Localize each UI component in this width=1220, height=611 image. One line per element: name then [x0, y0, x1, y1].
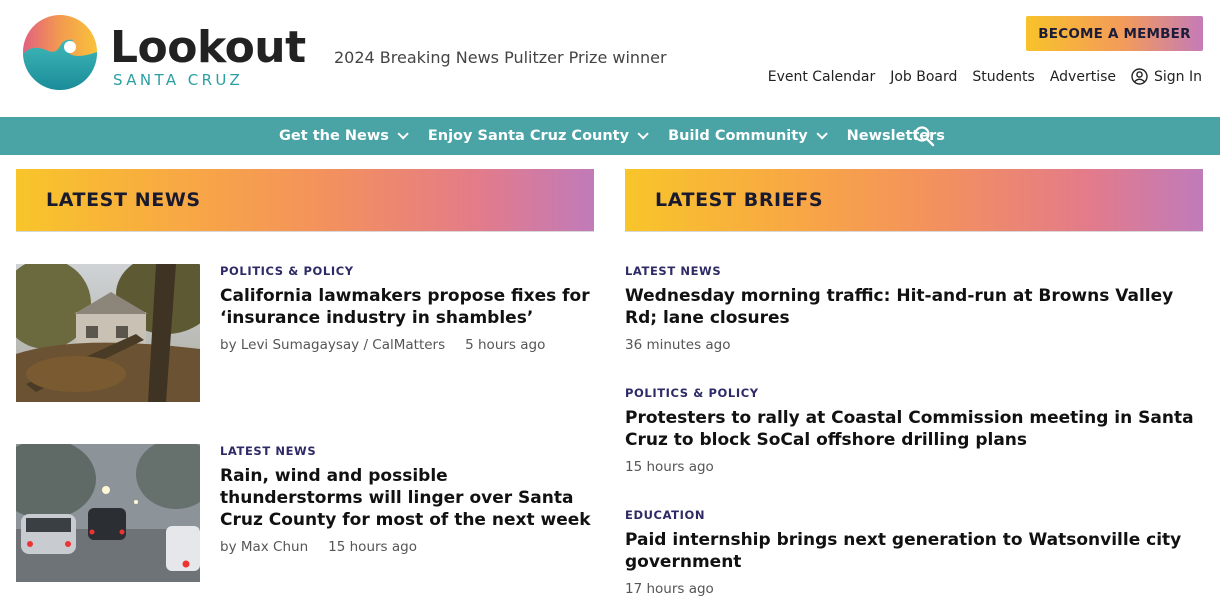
chevron-down-icon — [637, 128, 649, 140]
lookout-logo[interactable] — [22, 14, 98, 90]
nav-enjoy-santa-cruz-county[interactable]: Enjoy Santa Cruz County — [427, 128, 649, 144]
story-thumbnail-storm-damage[interactable] — [16, 264, 200, 402]
latest-briefs-header[interactable]: LATEST BRIEFS — [625, 169, 1203, 232]
sign-in-link[interactable]: Sign In — [1131, 68, 1202, 85]
story-byline[interactable]: by Max Chun — [220, 539, 308, 555]
rainy-traffic-image — [16, 444, 200, 582]
story-category[interactable]: POLITICS & POLICY — [220, 264, 590, 278]
news-story: POLITICS & POLICY California lawmakers p… — [220, 264, 590, 353]
storm-damage-image — [16, 264, 200, 402]
brief-category[interactable]: EDUCATION — [625, 508, 1205, 522]
utility-links: Event Calendar Job Board Students Advert… — [768, 68, 1202, 85]
link-students[interactable]: Students — [972, 69, 1034, 85]
story-time: 5 hours ago — [465, 337, 546, 353]
chevron-down-icon — [816, 128, 828, 140]
news-story: LATEST NEWS Rain, wind and possible thun… — [220, 444, 595, 555]
story-category[interactable]: LATEST NEWS — [220, 444, 595, 458]
brief-time: 36 minutes ago — [625, 337, 731, 353]
brand-subtitle: SANTA CRUZ — [113, 71, 244, 89]
become-member-button[interactable]: BECOME A MEMBER — [1026, 16, 1203, 51]
story-thumbnail-rainy-traffic[interactable] — [16, 444, 200, 582]
story-headline[interactable]: Rain, wind and possible thunderstorms wi… — [220, 465, 595, 531]
link-job-board[interactable]: Job Board — [890, 69, 957, 85]
brief-time: 15 hours ago — [625, 459, 714, 475]
story-meta: by Max Chun 15 hours ago — [220, 539, 595, 555]
nav-item-label: Build Community — [668, 128, 808, 144]
brief-item: LATEST NEWS Wednesday morning traffic: H… — [625, 264, 1205, 353]
brand-name[interactable]: Lookout — [110, 22, 306, 73]
brief-item: POLITICS & POLICY Protesters to rally at… — [625, 386, 1205, 475]
chevron-down-icon — [397, 128, 409, 140]
brief-item: EDUCATION Paid internship brings next ge… — [625, 508, 1205, 597]
tagline: 2024 Breaking News Pulitzer Prize winner — [334, 48, 667, 67]
nav-item-label: Enjoy Santa Cruz County — [427, 128, 630, 144]
link-event-calendar[interactable]: Event Calendar — [768, 69, 876, 85]
sign-in-label: Sign In — [1154, 68, 1202, 85]
story-headline[interactable]: California lawmakers propose fixes for ‘… — [220, 285, 590, 329]
link-advertise[interactable]: Advertise — [1050, 69, 1116, 85]
brief-category[interactable]: POLITICS & POLICY — [625, 386, 1205, 400]
latest-news-header[interactable]: LATEST NEWS — [16, 169, 594, 232]
main-navigation: Get the News Enjoy Santa Cruz County Bui… — [0, 117, 1220, 155]
story-byline[interactable]: by Levi Sumagaysay / CalMatters — [220, 337, 445, 353]
nav-item-label: Get the News — [279, 128, 389, 144]
brief-headline[interactable]: Paid internship brings next generation t… — [625, 529, 1205, 573]
brief-time: 17 hours ago — [625, 581, 714, 597]
user-icon — [1131, 68, 1148, 85]
brief-headline[interactable]: Wednesday morning traffic: Hit-and-run a… — [625, 285, 1205, 329]
story-time: 15 hours ago — [328, 539, 417, 555]
brief-category[interactable]: LATEST NEWS — [625, 264, 1205, 278]
nav-get-the-news[interactable]: Get the News — [279, 128, 409, 144]
site-header: Lookout SANTA CRUZ 2024 Breaking News Pu… — [0, 0, 1220, 117]
nav-build-community[interactable]: Build Community — [668, 128, 828, 144]
search-icon[interactable] — [913, 125, 935, 147]
brief-headline[interactable]: Protesters to rally at Coastal Commissio… — [625, 407, 1205, 451]
story-meta: by Levi Sumagaysay / CalMatters 5 hours a… — [220, 337, 590, 353]
